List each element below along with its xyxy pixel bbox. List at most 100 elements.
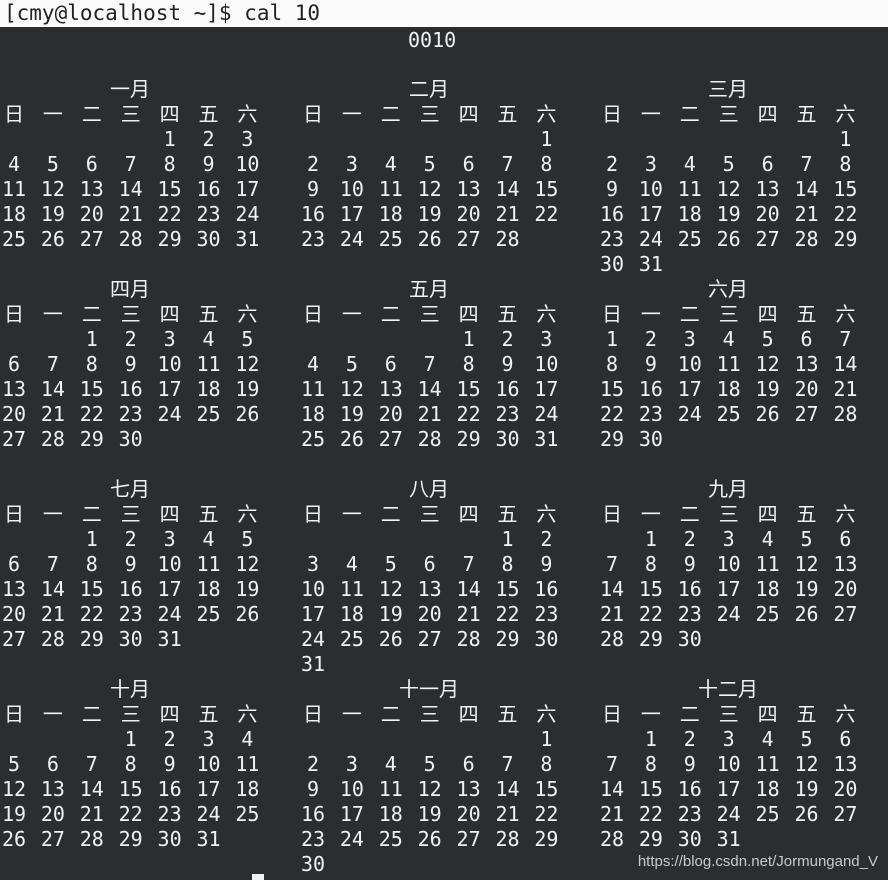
day-cell: 24	[157, 602, 182, 626]
day-cell: 19	[755, 377, 780, 401]
weekday-header: 四	[458, 302, 479, 326]
weekday-header: 日	[4, 502, 24, 526]
day-cell: 5	[423, 152, 436, 176]
weekday-header: 六	[237, 102, 258, 126]
day-cell: 15	[599, 377, 625, 401]
day-cell: 27	[833, 802, 858, 826]
weekday-header: 五	[497, 702, 518, 726]
weekday-header: 五	[796, 102, 817, 126]
day-cell: 10	[534, 352, 559, 376]
day-cell: 1	[462, 327, 475, 351]
weekday-header: 六	[536, 502, 557, 526]
day-cell: 1	[85, 327, 98, 351]
day-cell: 8	[644, 752, 657, 776]
weekday-header: 五	[198, 302, 219, 326]
day-cell: 16	[300, 202, 326, 226]
day-cell: 5	[7, 752, 21, 776]
day-cell: 11	[339, 577, 364, 601]
month-title: 十月	[110, 677, 150, 701]
weekday-header: 二	[679, 502, 700, 526]
day-cell: 19	[1, 802, 27, 826]
day-cell: 23	[118, 602, 143, 626]
day-cell: 6	[7, 352, 21, 376]
day-cell: 1	[644, 527, 657, 551]
weekday-header: 日	[303, 302, 323, 326]
day-cell: 23	[157, 802, 182, 826]
day-cell: 19	[716, 202, 741, 226]
day-cell: 22	[638, 602, 663, 626]
day-cell: 26	[40, 227, 65, 251]
day-cell: 31	[157, 627, 182, 651]
weekday-header: 四	[458, 702, 479, 726]
weekday-header: 四	[458, 502, 479, 526]
day-cell: 20	[456, 202, 481, 226]
day-cell: 21	[456, 602, 481, 626]
day-cell: 18	[196, 377, 221, 401]
day-cell: 15	[638, 577, 663, 601]
weekday-header: 五	[497, 302, 518, 326]
day-cell: 12	[794, 752, 819, 776]
day-cell: 8	[85, 552, 98, 576]
day-cell: 8	[462, 352, 475, 376]
day-cell: 17	[157, 377, 182, 401]
day-cell: 25	[378, 827, 403, 851]
day-cell: 28	[495, 227, 520, 251]
day-cell: 23	[118, 402, 143, 426]
day-cell: 21	[40, 402, 65, 426]
month-title: 二月	[409, 77, 449, 101]
day-cell: 12	[417, 777, 442, 801]
day-cell: 18	[755, 777, 780, 801]
terminal-cursor[interactable]	[252, 874, 264, 880]
day-cell: 10	[339, 177, 364, 201]
day-cell: 28	[833, 402, 858, 426]
day-cell: 28	[40, 627, 65, 651]
day-cell: 14	[118, 177, 143, 201]
day-cell: 21	[599, 802, 625, 826]
day-cell: 10	[716, 552, 741, 576]
day-cell: 12	[1, 777, 27, 801]
day-cell: 31	[196, 827, 221, 851]
weekday-header: 三	[120, 702, 141, 726]
day-cell: 24	[339, 827, 364, 851]
day-cell: 5	[46, 152, 59, 176]
weekday-header: 二	[380, 502, 401, 526]
day-cell: 14	[833, 352, 858, 376]
day-cell: 25	[339, 627, 364, 651]
day-cell: 10	[300, 577, 326, 601]
day-cell: 9	[683, 552, 696, 576]
day-cell: 23	[300, 227, 326, 251]
day-cell: 27	[456, 227, 481, 251]
day-cell: 25	[300, 427, 326, 451]
weekday-header: 二	[380, 702, 401, 726]
day-cell: 16	[638, 377, 663, 401]
day-cell: 11	[300, 377, 326, 401]
weekday-header: 日	[303, 502, 323, 526]
weekday-header: 二	[81, 502, 102, 526]
day-cell: 19	[339, 402, 364, 426]
day-cell: 8	[839, 152, 852, 176]
day-cell: 21	[40, 602, 65, 626]
weekday-header: 六	[237, 302, 258, 326]
weekday-header: 一	[341, 102, 362, 126]
day-cell: 12	[794, 552, 819, 576]
day-cell: 16	[300, 802, 326, 826]
day-cell: 4	[384, 152, 397, 176]
terminal-prompt-line[interactable]: [cmy@localhost ~]$ cal 10	[0, 0, 888, 27]
day-cell: 14	[456, 577, 481, 601]
day-cell: 5	[423, 752, 436, 776]
day-cell: 13	[40, 777, 65, 801]
day-cell: 3	[345, 752, 358, 776]
weekday-header: 四	[159, 102, 180, 126]
day-cell: 28	[417, 427, 442, 451]
day-cell: 10	[638, 177, 663, 201]
weekday-header: 六	[536, 102, 557, 126]
day-cell: 21	[833, 377, 858, 401]
day-cell: 18	[378, 802, 403, 826]
day-cell: 16	[157, 777, 182, 801]
day-cell: 4	[345, 552, 358, 576]
weekday-header: 五	[497, 502, 518, 526]
day-cell: 3	[683, 327, 696, 351]
day-cell: 13	[456, 177, 481, 201]
day-cell: 12	[235, 352, 260, 376]
weekday-header: 日	[602, 502, 622, 526]
